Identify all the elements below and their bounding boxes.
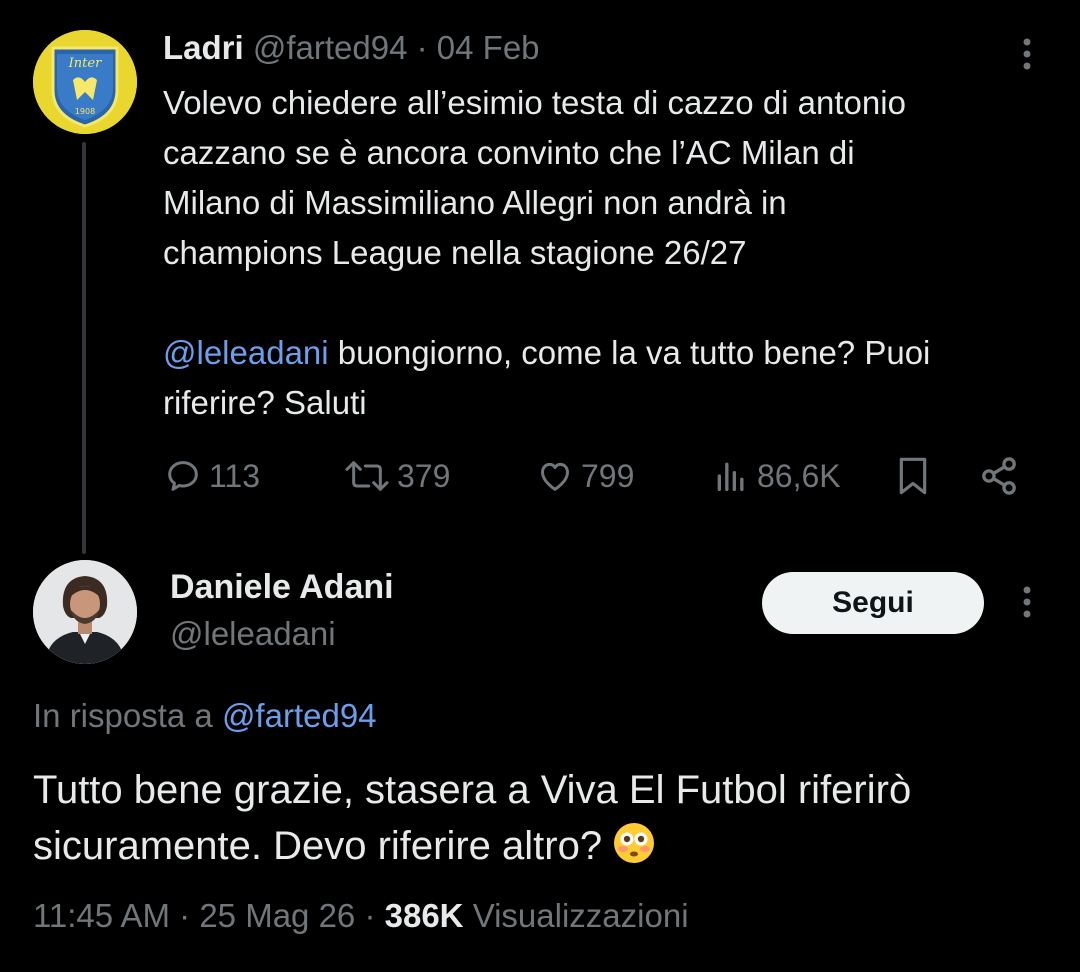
tweet-time[interactable]: 11:45 AM bbox=[33, 897, 170, 934]
display-name[interactable]: Daniele Adani bbox=[170, 566, 394, 608]
views-chart-icon bbox=[717, 462, 744, 491]
more-options-icon[interactable] bbox=[1012, 582, 1042, 622]
separator: · bbox=[364, 897, 376, 934]
repost-icon bbox=[345, 461, 389, 491]
avatar-year: 1908 bbox=[75, 107, 95, 116]
follow-button[interactable]: Segui bbox=[762, 572, 984, 634]
tweet2-footer: 11:45 AM · 25 Mag 26 · 386K Visualizzazi… bbox=[33, 892, 689, 940]
tweet1-line: riferire? Saluti bbox=[163, 384, 367, 421]
share-button[interactable] bbox=[977, 448, 1021, 504]
reply-context: In risposta a @farted94 bbox=[33, 694, 377, 738]
tweet1-line-text: buongiorno, come la va tutto bene? Puoi bbox=[328, 334, 931, 371]
thread-line bbox=[82, 142, 86, 554]
share-icon bbox=[982, 457, 1016, 495]
tweet2-line: sicuramente. Devo riferire altro? bbox=[33, 824, 603, 868]
bookmark-icon bbox=[899, 457, 927, 495]
separator: · bbox=[179, 897, 191, 934]
heart-icon bbox=[541, 462, 569, 491]
tweet1-action-bar: 113 379 799 86,6K bbox=[163, 448, 1033, 504]
display-name[interactable]: Ladri bbox=[163, 29, 244, 66]
tweet1-text: Volevo chiedere all’esimio testa di cazz… bbox=[163, 78, 1053, 428]
tweet1-line: @leleadani buongiorno, come la va tutto … bbox=[163, 328, 1053, 378]
bookmark-button[interactable] bbox=[893, 448, 933, 504]
views-count: 86,6K bbox=[757, 457, 841, 494]
tweet1-header: Ladri @farted94 · 04 Feb bbox=[163, 28, 540, 68]
tweet1-line: Milano di Massimiliano Allegri non andrà… bbox=[163, 184, 787, 221]
like-button[interactable]: 799 bbox=[535, 448, 634, 504]
reply-prefix: In risposta a bbox=[33, 697, 222, 734]
views-count: 386K bbox=[384, 897, 464, 934]
reply-count: 113 bbox=[209, 457, 261, 494]
inter-crest-logo: Inter 1908 bbox=[33, 30, 137, 134]
avatar-text: Inter bbox=[68, 56, 102, 71]
views-label: Visualizzazioni bbox=[472, 897, 689, 934]
repost-button[interactable]: 379 bbox=[343, 448, 450, 504]
like-count: 799 bbox=[581, 457, 635, 494]
separator: · bbox=[416, 29, 428, 66]
mention-link[interactable]: @leleadani bbox=[163, 334, 329, 371]
handle[interactable]: @leleadani bbox=[170, 613, 336, 655]
more-options-icon[interactable] bbox=[1012, 34, 1042, 74]
tweet-date[interactable]: 04 Feb bbox=[437, 29, 540, 66]
repost-count: 379 bbox=[397, 457, 451, 494]
tweet1-line: cazzano se è ancora convinto che l’AC Mi… bbox=[163, 134, 855, 171]
views-button[interactable]: 86,6K bbox=[711, 448, 841, 504]
reply-button[interactable]: 113 bbox=[163, 448, 260, 504]
profile-photo bbox=[33, 560, 137, 664]
tweet2-line: Tutto bene grazie, stasera a Viva El Fut… bbox=[33, 768, 912, 812]
tweet-date[interactable]: 25 Mag 26 bbox=[199, 897, 355, 934]
tweet2-line-wrap: sicuramente. Devo riferire altro? bbox=[33, 818, 1053, 880]
handle[interactable]: @farted94 bbox=[253, 29, 408, 66]
tweet1-line: champions League nella stagione 26/27 bbox=[163, 234, 747, 271]
avatar-ladri[interactable]: Inter 1908 bbox=[33, 30, 137, 134]
avatar-daniele-adani[interactable] bbox=[33, 560, 137, 664]
tweet1-line: Volevo chiedere all’esimio testa di cazz… bbox=[163, 84, 906, 121]
reply-handle-link[interactable]: @farted94 bbox=[222, 697, 377, 734]
tweet2-text: Tutto bene grazie, stasera a Viva El Fut… bbox=[33, 762, 1053, 880]
flushed-face-emoji bbox=[612, 821, 656, 880]
reply-icon bbox=[168, 461, 198, 491]
